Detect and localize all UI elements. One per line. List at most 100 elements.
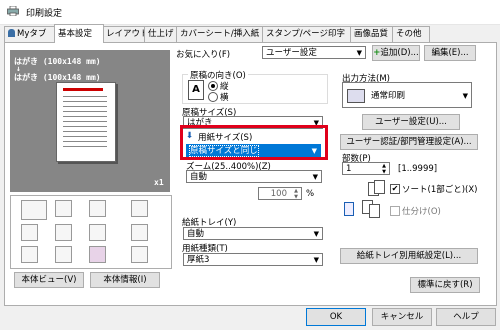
- zoom-unit: %: [306, 189, 315, 199]
- chevron-down-icon: ▼: [313, 230, 319, 238]
- portrait-page-icon: A: [188, 80, 204, 100]
- ok-button[interactable]: OK: [306, 308, 366, 326]
- user-icon: [8, 29, 15, 37]
- copies-input[interactable]: 1 ▲ ▼: [342, 162, 390, 175]
- printer-icon: [7, 6, 19, 16]
- chevron-down-icon: ▼: [462, 92, 468, 100]
- tab-stamp[interactable]: スタンプ/ページ印字: [262, 26, 352, 42]
- page-line: [63, 141, 107, 142]
- tab-mytab[interactable]: Myタブ: [4, 26, 56, 42]
- output-select[interactable]: 通常印刷 ▼: [342, 82, 472, 108]
- tab-label: 基本設定: [58, 29, 93, 39]
- page-line: [63, 146, 107, 147]
- paper-size-value: 原稿サイズと同じ: [189, 145, 259, 157]
- page-header-bar: [63, 88, 103, 91]
- tab-label: 仕上げ: [148, 29, 174, 39]
- preview-page: [56, 82, 116, 162]
- page-line: [63, 116, 107, 117]
- page-line: [63, 121, 107, 122]
- collate-checkbox[interactable]: ✔: [390, 184, 400, 194]
- account-icon[interactable]: [89, 246, 106, 263]
- tray-icon[interactable]: [55, 200, 72, 217]
- tab-basic[interactable]: 基本設定: [54, 24, 104, 43]
- page-line: [63, 101, 107, 102]
- copies-value: 1: [346, 164, 352, 174]
- tab-cover-sheet[interactable]: カバーシート/挿入紙: [176, 26, 264, 42]
- preview-copies: x1: [154, 178, 164, 187]
- zoom-value: 自動: [190, 172, 208, 182]
- tray-icon[interactable]: [89, 224, 106, 241]
- chevron-down-icon: ▼: [313, 256, 319, 264]
- spin-icon: ▲ ▼: [294, 188, 298, 200]
- auth-settings-button[interactable]: ユーザー認証/部門管理設定(A)...: [340, 134, 478, 150]
- zoom-number: 100: [270, 189, 287, 199]
- preview-original-size: はがき (100x148 mm): [14, 57, 101, 66]
- add-label: 追加(D)...: [380, 48, 419, 58]
- tray-icon[interactable]: [89, 200, 106, 217]
- output-value: 通常印刷: [371, 91, 406, 101]
- device-options-panel: [10, 195, 172, 269]
- page-line: [63, 111, 107, 112]
- tab-image-quality[interactable]: 画像品質: [350, 26, 394, 42]
- landscape-label: 横: [220, 93, 229, 103]
- paper-type-value: 厚紙3: [187, 255, 210, 265]
- page-line: [63, 106, 107, 107]
- tab-other[interactable]: その他: [392, 26, 430, 42]
- tray-icon[interactable]: [21, 224, 38, 241]
- tab-label: カバーシート/挿入紙: [180, 29, 260, 39]
- document-icon[interactable]: [131, 246, 148, 263]
- offset-label: 仕分け(O): [402, 207, 441, 217]
- tray-select[interactable]: 自動 ▼: [183, 227, 323, 240]
- tab-layout[interactable]: レイアウト: [102, 26, 149, 42]
- page-line: [63, 126, 107, 127]
- tab-label: スタンプ/ページ印字: [266, 29, 345, 39]
- chevron-down-icon: ▼: [311, 147, 317, 155]
- chevron-down-icon: ▼: [356, 49, 362, 57]
- tab-label: その他: [396, 29, 422, 39]
- down-arrow-icon: ⬇: [186, 131, 194, 141]
- page-line: [63, 96, 107, 97]
- restore-defaults-button[interactable]: 標準に戻す(R): [410, 277, 480, 293]
- stapler-icon[interactable]: [131, 224, 148, 241]
- edit-button[interactable]: 編集(E)...: [424, 45, 476, 61]
- tab-label: Myタブ: [17, 29, 47, 39]
- device-icon[interactable]: [21, 200, 47, 220]
- paper-size-select[interactable]: 原稿サイズと同じ ▼: [186, 144, 321, 157]
- tab-label: レイアウト: [106, 29, 149, 39]
- favorites-select[interactable]: ユーザー設定 ▼: [262, 46, 366, 59]
- info-icon: [344, 202, 354, 216]
- paper-type-select[interactable]: 厚紙3 ▼: [183, 253, 323, 266]
- print-settings-window: 印刷設定 Myタブ 基本設定 レイアウト 仕上げ カバーシート/挿入紙 スタンプ…: [0, 0, 500, 330]
- favorites-value: ユーザー設定: [266, 48, 317, 58]
- help-button[interactable]: ヘルプ: [436, 308, 496, 326]
- device-info-button[interactable]: 本体情報(I): [90, 272, 160, 288]
- tray-value: 自動: [187, 229, 205, 239]
- copies-range: [1..9999]: [398, 164, 438, 174]
- device-view-button[interactable]: 本体ビュー(V): [14, 272, 84, 288]
- tab-label: 画像品質: [354, 29, 389, 39]
- offset-checkbox[interactable]: [390, 206, 400, 216]
- tray-paper-settings-button[interactable]: 給紙トレイ別用紙設定(L)...: [340, 248, 478, 264]
- user-settings-button[interactable]: ユーザー設定(U)...: [362, 114, 460, 130]
- add-button[interactable]: +追加(D)...: [372, 45, 420, 61]
- portrait-radio[interactable]: [208, 81, 218, 91]
- printer-icon: [347, 89, 365, 103]
- tab-finishing[interactable]: 仕上げ: [144, 26, 178, 42]
- cancel-button[interactable]: キャンセル: [372, 308, 432, 326]
- offset-icon: [362, 200, 380, 218]
- collate-label: ソート(1部ごと)(X): [402, 185, 478, 195]
- finisher-icon[interactable]: [131, 200, 148, 217]
- title-bar: 印刷設定: [0, 0, 500, 25]
- favorites-label: お気に入り(F): [176, 50, 231, 60]
- page-line: [63, 136, 107, 137]
- landscape-radio[interactable]: [208, 92, 218, 102]
- tray-icon[interactable]: [55, 224, 72, 241]
- card-icon[interactable]: [21, 246, 38, 263]
- spin-icon: ▲ ▼: [382, 163, 386, 175]
- user-icon[interactable]: [55, 246, 72, 263]
- collate-icon: [368, 180, 385, 196]
- zoom-select[interactable]: 自動 ▼: [186, 170, 322, 183]
- zoom-number-input[interactable]: 100 ▲ ▼: [258, 187, 302, 200]
- chevron-down-icon: ▼: [312, 173, 318, 181]
- window-title: 印刷設定: [26, 9, 63, 19]
